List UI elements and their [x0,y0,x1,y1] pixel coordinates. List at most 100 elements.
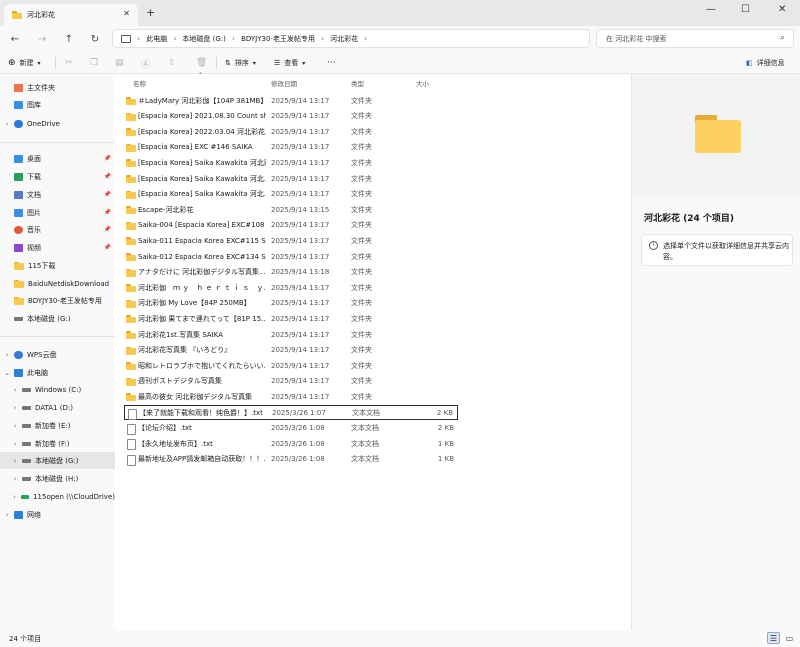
chevron-right-icon[interactable]: › [173,34,176,43]
sidebar-item-label: 视频 [27,243,41,252]
details-view-icon[interactable]: ☰ [767,632,780,644]
sort-button[interactable]: ⇅ 排序 ▾ [225,56,256,70]
sidebar-item-desktop[interactable]: 桌面 📌 [0,150,115,167]
sidebar-item-network[interactable]: › 网络 [0,506,115,523]
sidebar-item-gallery[interactable]: 图库 [0,96,115,113]
folder-row[interactable]: [Espacia Korea] 2022.03.04 河北彩花... 2025/9… [124,124,458,139]
sidebar-item-documents[interactable]: 文档 📌 [0,186,115,203]
breadcrumb-this-pc[interactable]: 此电脑 [146,34,167,44]
tab-close-icon[interactable]: ✕ [123,9,130,18]
column-header-size[interactable]: 大小 [416,78,429,88]
folder-row[interactable]: Saika-004 [Espacia Korea] EXC#108 (... 20… [124,218,458,233]
folder-row[interactable]: [Espacia Korea] 2021.08.30 Count sh... 20… [124,109,458,124]
folder-row[interactable]: 河北彩伽 My Love【84P 250MB】 2025/9/14 13:17 文件… [124,296,458,311]
folder-row[interactable]: 河北彩伽 ｍ ｙ ｈ ｅ ｒ ｔ ｉ ｓ ｙ... 2025/9/14 13:17… [124,280,458,295]
address-bar[interactable]: › 此电脑 › 本地磁盘 (G:) › BDYJY30-老王发帖专用 › 河北彩… [112,29,590,48]
maximize-button[interactable]: ☐ [741,4,750,15]
chevron-right-icon[interactable]: › [8,493,21,501]
sidebar-item-115open[interactable]: › 115open (\\CloudDrive) [0,488,115,505]
back-button[interactable]: ← [7,31,23,47]
forward-button[interactable]: → [34,31,50,47]
chevron-down-icon[interactable]: ⌄ [0,369,14,377]
folder-row[interactable]: Escape-河北彩花 2025/9/14 13:15 文件夹 [124,202,458,217]
up-button[interactable]: ↑ [61,31,77,47]
chevron-right-icon[interactable]: › [8,386,22,394]
view-button[interactable]: ☰ 查看 ▾ [274,56,305,70]
chevron-right-icon[interactable]: › [0,120,14,128]
file-row[interactable]: 【论坛介绍】.txt 2025/3/26 1:08 文本文档 2 KB [124,421,458,436]
large-folder-icon [695,115,741,153]
tab-current-folder[interactable]: 河北彩花 ✕ [4,4,138,26]
sidebar-item-drive-c[interactable]: › Windows (C:) [0,381,115,398]
chevron-right-icon[interactable]: › [321,34,324,43]
sidebar-item-drive-e[interactable]: › 新加卷 (E:) [0,417,115,434]
search-box[interactable]: 在 河北彩花 中搜索 ⌕ [596,29,794,48]
file-row[interactable]: 【永久地址发布页】.txt 2025/3/26 1:08 文本文档 1 KB [124,436,458,451]
column-header-name[interactable]: 名称 [133,78,146,88]
chevron-right-icon[interactable]: › [8,422,22,430]
paste-icon[interactable]: ▤ [115,56,124,70]
new-tab-button[interactable]: + [146,6,155,19]
folder-row[interactable]: [Espacia Korea] EXC #146 SAIKA 2025/9/14 … [124,140,458,155]
folder-row[interactable]: 河北彩花写真集 『いろどり』 2025/9/14 13:17 文件夹 [124,343,458,358]
sidebar-item-115-downloads[interactable]: 115下载 [0,257,115,274]
sidebar-item-pictures[interactable]: 图片 📌 [0,204,115,221]
more-options-button[interactable]: ··· [327,56,336,70]
sidebar-item-drive-h[interactable]: › 本地磁盘 (H:) [0,470,115,487]
sidebar-item-wps-cloud[interactable]: › WPS云盘 [0,346,115,363]
chevron-right-icon[interactable]: › [0,351,14,359]
chevron-right-icon[interactable]: › [8,457,22,465]
sidebar-item-downloads[interactable]: 下载 📌 [0,168,115,185]
folder-row[interactable]: Saika-012 Espacia Korea EXC#134 S... 2025… [124,249,458,264]
sidebar-item-home[interactable]: 主文件夹 [0,79,115,96]
breadcrumb-current[interactable]: 河北彩花 [330,34,358,44]
details-pane-button[interactable]: ◧ 详细信息 [746,56,785,70]
cut-icon[interactable]: ✂ [65,56,73,70]
sidebar-item-drive-d[interactable]: › DATA1 (D:) [0,399,115,416]
sidebar-item-drive-f[interactable]: › 新加卷 (F:) [0,435,115,452]
sidebar-item-drive-g-quick[interactable]: 本地磁盘 (G:) [0,310,115,327]
folder-icon [126,315,136,324]
folder-row[interactable]: ＃LadyMary 河北彩伽【104P 381MB】 2025/9/14 13:1… [124,93,458,108]
sidebar-item-this-pc[interactable]: ⌄ 此电脑 [0,364,115,381]
folder-row[interactable]: 昭和レトロラブホで抱いてくれたらいい... 2025/9/14 13:17 文件夹 [124,358,458,373]
minimize-button[interactable]: — [706,4,716,15]
folder-row[interactable]: 河北彩伽 果てまで連れてって【81P 15... 2025/9/14 13:17 文… [124,311,458,326]
column-header-type[interactable]: 类型 [351,78,364,88]
chevron-right-icon[interactable]: › [8,404,22,412]
chevron-right-icon[interactable]: › [364,34,367,43]
folder-row[interactable]: [Espacia Korea] Saika Kawakita 河北... 2025… [124,171,458,186]
close-window-button[interactable]: ✕ [778,4,786,15]
search-input[interactable]: 在 河北彩花 中搜索 [606,34,666,44]
breadcrumb-bdyjy30[interactable]: BDYJY30-老王发帖专用 [241,34,315,44]
sidebar-item-bdyjy30[interactable]: BDYJY30-老王发帖专用 [0,292,115,309]
sidebar-item-baidunetdisk[interactable]: BaiduNetdiskDownload [0,275,115,292]
breadcrumb-drive-g[interactable]: 本地磁盘 (G:) [182,34,225,44]
copy-icon[interactable]: ❐ [90,56,98,70]
chevron-right-icon[interactable]: › [137,34,140,43]
sidebar-item-music[interactable]: 音乐 📌 [0,221,115,238]
sidebar-item-onedrive[interactable]: › OneDrive [0,115,115,132]
rename-icon[interactable]: Ⓐ [141,56,150,70]
file-row[interactable]: 最新地址及APP請发邮箱自动获取！！！... 2025/3/26 1:08 文本文档… [124,452,458,467]
chevron-right-icon[interactable]: › [0,511,14,519]
share-icon[interactable]: ⇪ [168,56,176,70]
delete-icon[interactable]: 🗑 [196,56,207,70]
file-row[interactable]: 【来了就能下载和观看！纯色爵！】.txt 2025/3/26 1:07 文本文档 2 … [124,405,458,420]
column-header-date[interactable]: 修改日期 [271,78,297,88]
refresh-button[interactable]: ↻ [87,31,103,47]
folder-row[interactable]: [Espacia Korea] Saika Kawakita 河北... 2025… [124,187,458,202]
folder-row[interactable]: 週刊ポストデジタル写真集 2025/9/14 13:17 文件夹 [124,374,458,389]
folder-row[interactable]: 河北彩花1st.写真集 SAIKA 2025/9/14 13:17 文件夹 [124,327,458,342]
folder-row[interactable]: Saika-011 Espacia Korea EXC#115 S... 2025… [124,233,458,248]
tiles-view-icon[interactable]: ▭ [783,632,796,644]
sidebar-item-videos[interactable]: 视频 📌 [0,239,115,256]
folder-row[interactable]: [Espacia Korea] Saika Kawakita 河北彩... 202… [124,155,458,170]
chevron-right-icon[interactable]: › [8,475,22,483]
sidebar-item-drive-g[interactable]: › 本地磁盘 (G:) [0,452,115,469]
chevron-right-icon[interactable]: › [232,34,235,43]
folder-row[interactable]: 最高の彼女 河北彩伽デジタル写真集 2025/9/14 13:17 文件夹 [124,389,458,404]
chevron-right-icon[interactable]: › [8,440,22,448]
folder-row[interactable]: アナタだけに 河北彩伽デジタル写真集... 2025/9/14 13:18 文件夹 [124,265,458,280]
new-button[interactable]: ⊕ 新建 ▾ [8,56,41,70]
